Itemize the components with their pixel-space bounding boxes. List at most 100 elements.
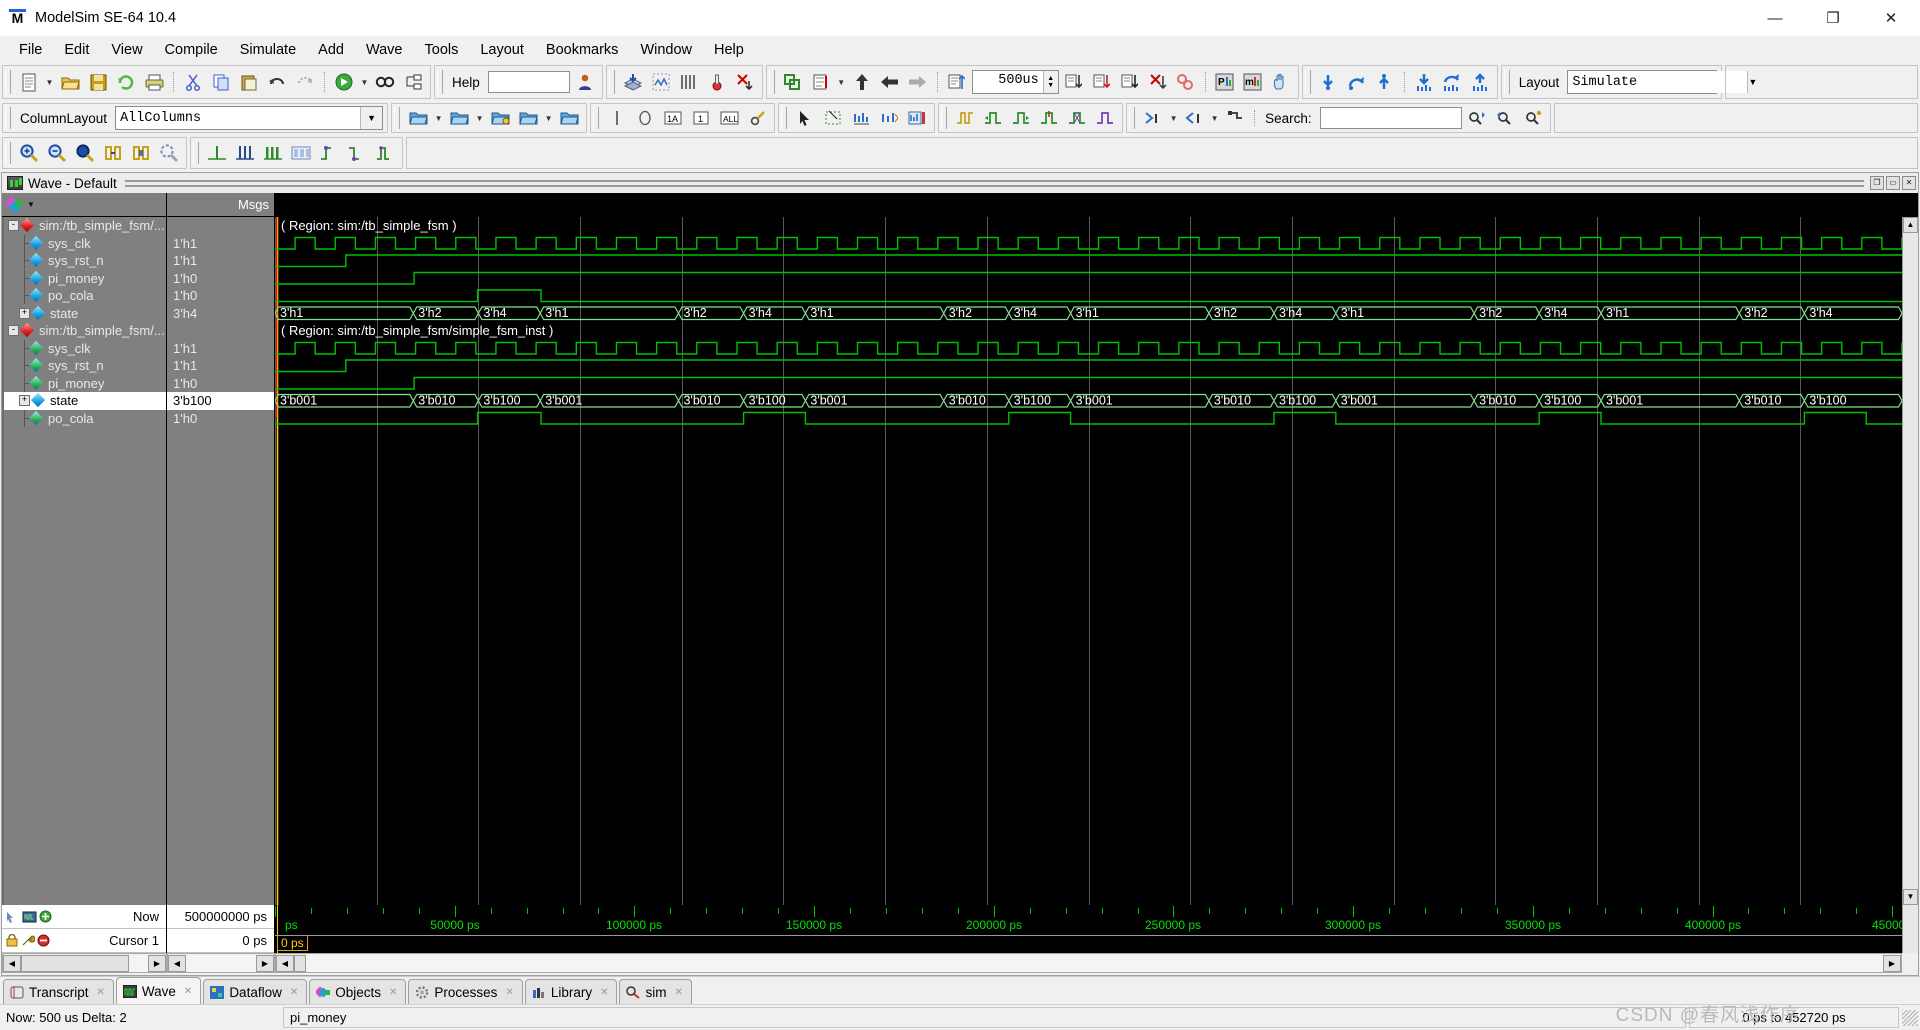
tab-objects[interactable]: Objects ✕ — [309, 979, 407, 1004]
wave-format-event-icon[interactable] — [260, 140, 286, 166]
timeline-ruler[interactable]: 0 ps ps 50000 ps 100000 ps 150000 ps 200000 … — [275, 905, 1902, 953]
window-resize-grip[interactable] — [1902, 1009, 1918, 1026]
wave-window-drag-handle[interactable] — [124, 179, 1864, 187]
tree-expander-icon[interactable]: + — [19, 307, 30, 319]
radix-all-icon[interactable]: ALL — [716, 105, 742, 131]
edge-prev-icon[interactable] — [980, 105, 1006, 131]
maximize-button[interactable]: ❐ — [1804, 0, 1862, 36]
wave-hscrollbar[interactable]: ◀ ▶ — [275, 953, 1902, 973]
signal-row[interactable]: sys_rst_n — [4, 357, 166, 375]
save-dataset-dropdown-icon[interactable]: ▼ — [474, 105, 485, 131]
toolbar-grip[interactable] — [5, 69, 11, 95]
signal-row[interactable]: - sim:/tb_simple_fsm/... — [4, 322, 166, 340]
signal-row[interactable]: pi_money — [4, 374, 166, 393]
new-file-dropdown-icon[interactable]: ▼ — [44, 69, 55, 95]
signal-row[interactable]: sys_rst_n — [4, 252, 166, 270]
tab-dataflow[interactable]: Dataflow ✕ — [203, 979, 308, 1004]
search-next-icon[interactable] — [1464, 105, 1490, 131]
edge-find-icon[interactable] — [952, 105, 978, 131]
wave-format-both-icon[interactable] — [372, 140, 398, 166]
menu-help[interactable]: Help — [703, 40, 755, 60]
run-length-value[interactable]: 500us — [973, 71, 1043, 93]
break-sim-icon[interactable] — [1173, 69, 1199, 95]
waveform-vertical-scrollbar[interactable]: ▲ ▼ — [1902, 217, 1918, 905]
profile-m-icon[interactable]: m — [1240, 69, 1266, 95]
undo-icon[interactable] — [264, 69, 290, 95]
wave-scroll-down-icon[interactable]: ▼ — [1903, 889, 1918, 905]
structure-icon[interactable] — [400, 69, 426, 95]
wave-scroll-track[interactable] — [1903, 233, 1918, 889]
wave-scroll-up-icon[interactable]: ▲ — [1903, 217, 1918, 233]
wave-cursor-up-icon[interactable] — [1467, 69, 1493, 95]
toolbar-grip-col[interactable] — [5, 107, 11, 129]
run-icon[interactable] — [808, 69, 834, 95]
step-into-icon[interactable] — [1061, 69, 1087, 95]
tab-library[interactable]: Library ✕ — [524, 979, 618, 1004]
dataset-browser-icon[interactable] — [515, 105, 541, 131]
continue-run-icon[interactable] — [849, 69, 875, 95]
tab-wave[interactable]: Wave ✕ — [115, 977, 202, 1004]
zoom-last-icon[interactable] — [156, 140, 182, 166]
help-search-input[interactable] — [487, 71, 570, 93]
signal-row[interactable]: - sim:/tb_simple_fsm/... — [4, 217, 166, 235]
copy-icon[interactable] — [208, 69, 234, 95]
names-scroll-left-icon[interactable]: ◀ — [3, 954, 21, 972]
expand-all-dropdown-icon[interactable]: ▼ — [1168, 105, 1179, 131]
waveform-canvas[interactable]: ( Region: sim:/tb_simple_fsm ) 3'h1 3'h2 3'… — [275, 217, 1902, 905]
wave-scroll-left-icon[interactable]: ◀ — [276, 954, 294, 972]
restart-icon[interactable] — [780, 69, 806, 95]
zoom-out-icon[interactable] — [44, 140, 70, 166]
toolbar-grip-zoom[interactable] — [5, 141, 11, 165]
open-dataset-dropdown-icon[interactable]: ▼ — [433, 105, 444, 131]
search-input[interactable] — [1319, 107, 1462, 129]
edge-delete-icon[interactable] — [1064, 105, 1090, 131]
menu-tools[interactable]: Tools — [414, 40, 470, 60]
cursor-rotate-icon[interactable] — [1344, 69, 1370, 95]
edge-next-icon[interactable] — [1008, 105, 1034, 131]
toolbar-grip-layout[interactable] — [1503, 69, 1510, 95]
break-icon[interactable] — [944, 69, 970, 95]
run-all-icon[interactable] — [877, 69, 903, 95]
reload-icon[interactable] — [113, 69, 139, 95]
toolbar-grip-wavenav[interactable] — [1304, 69, 1311, 95]
step-icon[interactable] — [905, 69, 931, 95]
signal-row[interactable]: sys_clk — [4, 339, 166, 358]
open-file-icon[interactable] — [57, 69, 83, 95]
edge-group-icon[interactable] — [1092, 105, 1118, 131]
column-layout-chevron-down-icon[interactable]: ▼ — [360, 107, 383, 129]
zoom-in-on-cursor-icon[interactable] — [100, 140, 126, 166]
insert-cursor-up-icon[interactable] — [1372, 69, 1398, 95]
dataset-snapshot-icon[interactable] — [487, 105, 513, 131]
wave-format-literal-icon[interactable] — [204, 140, 230, 166]
toolbar-grip-waveformat[interactable] — [193, 141, 199, 165]
insert-cursor-down-icon[interactable] — [1316, 69, 1342, 95]
tab-close-icon[interactable]: ✕ — [505, 987, 513, 998]
signal-row[interactable]: pi_money — [4, 269, 166, 288]
names-header-chevron-down-icon[interactable]: ▼ — [27, 200, 35, 209]
menu-file[interactable]: File — [8, 40, 53, 60]
collapse-all-icon[interactable] — [1181, 105, 1207, 131]
search-options-icon[interactable] — [1520, 105, 1546, 131]
values-hscrollbar[interactable]: ◀ ▶ — [167, 953, 275, 973]
tab-close-icon[interactable]: ✕ — [184, 986, 192, 997]
properties-icon[interactable] — [744, 105, 770, 131]
print-icon[interactable] — [141, 69, 167, 95]
redo-icon[interactable] — [292, 69, 318, 95]
cut-icon[interactable] — [180, 69, 206, 95]
wave-grid-icon[interactable] — [676, 69, 702, 95]
values-scroll-left-icon[interactable]: ◀ — [168, 954, 186, 972]
wave-close-button[interactable]: ✕ — [1902, 176, 1916, 190]
tree-expander-icon[interactable]: + — [19, 395, 30, 407]
wave-thermo-icon[interactable] — [704, 69, 730, 95]
toolbar-grip-sim[interactable] — [768, 69, 775, 95]
run-length-spin-buttons[interactable]: ▲ ▼ — [1042, 71, 1058, 93]
tab-sim[interactable]: sim ✕ — [619, 979, 692, 1004]
menu-add[interactable]: Add — [307, 40, 355, 60]
find-icon[interactable] — [372, 69, 398, 95]
new-file-icon[interactable] — [16, 69, 42, 95]
add-wave-icon[interactable] — [620, 69, 646, 95]
wave-format-rise-icon[interactable] — [316, 140, 342, 166]
names-hscrollbar[interactable]: ◀ ▶ — [2, 953, 167, 973]
radix-single-icon[interactable]: 1 — [688, 105, 714, 131]
radix-icon[interactable]: 1A — [660, 105, 686, 131]
